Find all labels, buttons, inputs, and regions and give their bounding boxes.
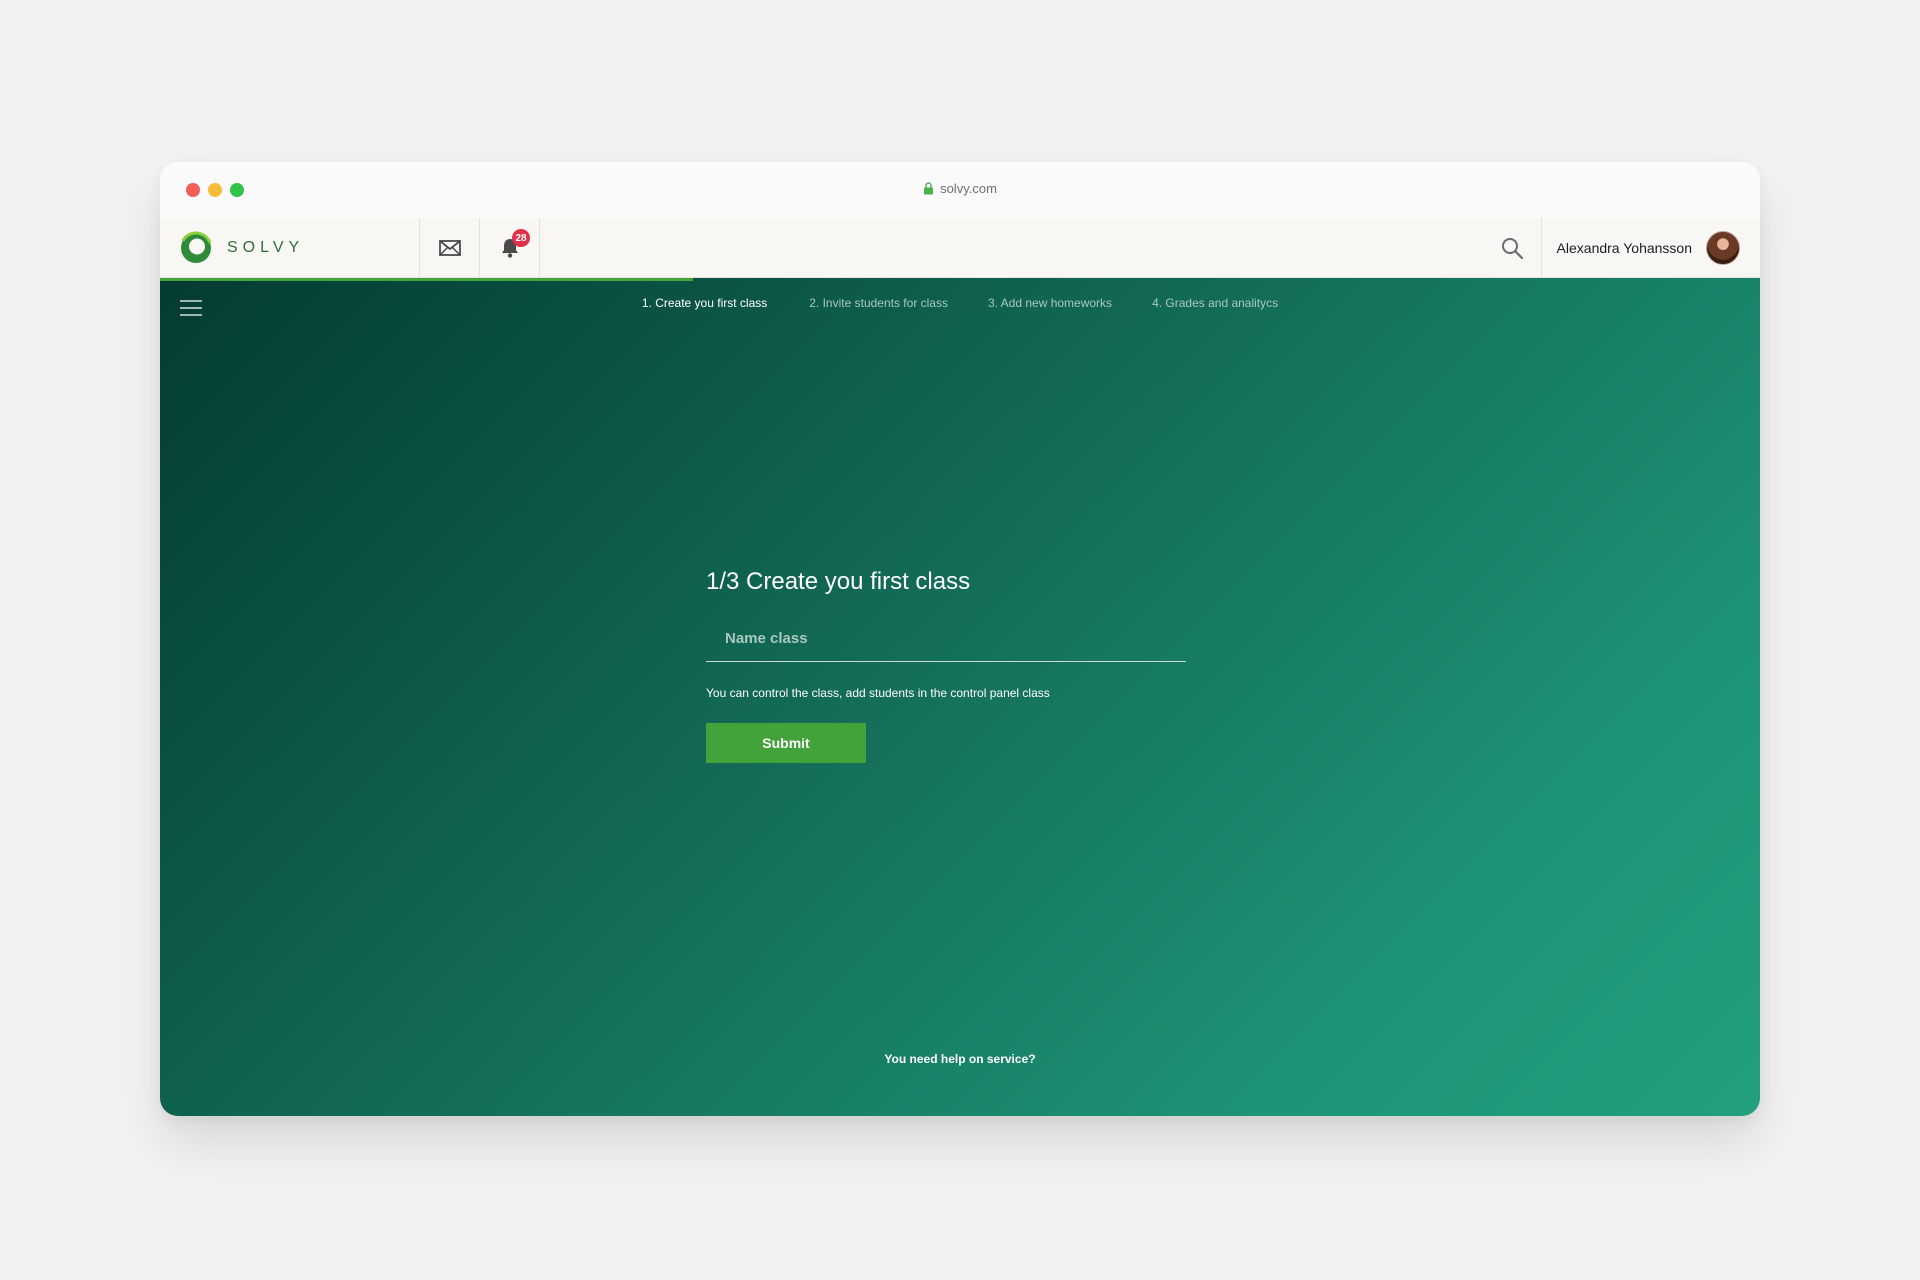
avatar[interactable] — [1706, 231, 1740, 265]
address-bar[interactable]: solvy.com — [160, 181, 1760, 196]
browser-window: solvy.com SOLVY 28 Alexandra Yohansson 1… — [160, 162, 1760, 1116]
notification-badge: 28 — [512, 229, 530, 247]
address-url: solvy.com — [940, 181, 997, 196]
class-name-input[interactable] — [706, 616, 1186, 661]
progress-fill — [160, 278, 693, 281]
logo-text: SOLVY — [227, 239, 305, 256]
step-add-homeworks[interactable]: 3. Add new homeworks — [988, 296, 1112, 310]
class-name-field[interactable] — [706, 616, 1186, 662]
main-content: 1. Create you first class 2. Invite stud… — [160, 278, 1760, 1116]
create-class-form: 1/3 Create you first class You can contr… — [706, 568, 1186, 763]
search-icon — [1502, 238, 1524, 260]
header-divider — [539, 218, 540, 278]
progress-bar — [160, 278, 1760, 281]
step-invite-students[interactable]: 2. Invite students for class — [809, 296, 948, 310]
mail-icon — [439, 240, 461, 256]
user-menu[interactable]: Alexandra Yohansson — [1557, 218, 1740, 278]
step-create-class[interactable]: 1. Create you first class — [642, 296, 767, 310]
solvy-logo-icon — [179, 231, 213, 265]
user-name: Alexandra Yohansson — [1556, 240, 1692, 256]
submit-button[interactable]: Submit — [706, 723, 866, 763]
wizard-steps: 1. Create you first class 2. Invite stud… — [160, 296, 1760, 310]
app-header: SOLVY 28 Alexandra Yohansson — [160, 218, 1760, 278]
form-title: 1/3 Create you first class — [706, 568, 971, 595]
browser-titlebar: solvy.com — [160, 162, 1760, 218]
lock-icon — [924, 182, 934, 195]
help-link[interactable]: You need help on service? — [160, 1052, 1760, 1066]
messages-button[interactable] — [420, 218, 480, 278]
header-divider — [1541, 218, 1542, 278]
helper-text: You can control the class, add students … — [706, 686, 1050, 700]
logo[interactable]: SOLVY — [179, 230, 304, 266]
step-grades-analytics[interactable]: 4. Grades and analitycs — [1152, 296, 1278, 310]
notifications-button[interactable]: 28 — [480, 218, 540, 278]
search-button[interactable] — [1484, 218, 1540, 278]
